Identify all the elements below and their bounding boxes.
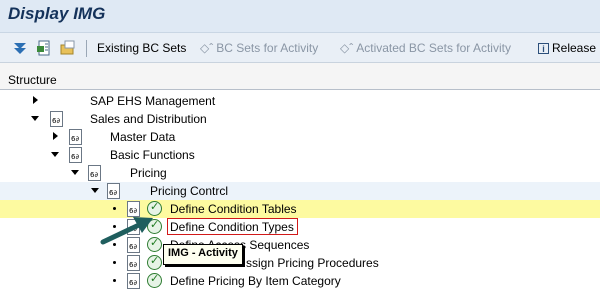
tree-node-label: Define Condition Types	[170, 220, 294, 234]
leaf-bullet	[113, 207, 116, 210]
activated-bc-sets-label: Activated BC Sets for Activity	[356, 41, 511, 55]
tree-node-label: ssign Pricing Procedures	[246, 256, 379, 270]
folder-icon[interactable]	[60, 40, 76, 56]
tree-node-sales-distribution[interactable]: Sales and Distribution	[0, 110, 600, 128]
window-title: Display IMG	[8, 4, 106, 23]
tooltip-text: IMG - Activity	[168, 247, 238, 259]
documentation-icon[interactable]	[127, 273, 140, 289]
filter-icon[interactable]	[12, 40, 28, 56]
documentation-icon[interactable]	[69, 147, 82, 163]
collapse-icon[interactable]	[91, 188, 99, 193]
application-toolbar: Existing BC Sets ◇ˆ BC Sets for Activity …	[0, 33, 600, 63]
bc-sets-for-activity-label: BC Sets for Activity	[216, 41, 319, 55]
tree-node-label: Sales and Distribution	[90, 112, 207, 126]
leaf-bullet	[113, 279, 116, 282]
collapse-icon[interactable]	[51, 152, 59, 157]
tree-node-master-data[interactable]: Master Data	[0, 128, 600, 146]
tree-node-label: Pricing Contrcl	[150, 184, 229, 198]
tree-node-define-condition-tables[interactable]: Define Condition Tables	[0, 200, 600, 218]
tree-node-define-pricing-item-category[interactable]: Define Pricing By Item Category	[0, 272, 600, 290]
collapse-icon[interactable]	[71, 170, 79, 175]
leaf-bullet	[113, 261, 116, 264]
bc-sets-for-activity-button[interactable]: ◇ˆ BC Sets for Activity	[200, 40, 318, 57]
title-bar: Display IMG	[0, 0, 600, 33]
tree-node-pricing-control[interactable]: Pricing Contrcl	[0, 182, 600, 200]
structure-label: Structure	[8, 73, 57, 87]
tree-node-label: Basic Functions	[110, 148, 195, 162]
expand-icon[interactable]	[33, 96, 38, 104]
execute-clock-icon[interactable]	[147, 272, 162, 288]
tree-node-basic-functions[interactable]: Basic Functions	[0, 146, 600, 164]
bc-set-icon: ◇ˆ	[200, 41, 214, 55]
expand-icon[interactable]	[53, 132, 58, 140]
documentation-icon[interactable]	[50, 111, 63, 127]
tree-node-label: Pricing	[130, 166, 167, 180]
activated-bc-sets-button[interactable]: ◇ˆ Activated BC Sets for Activity	[340, 40, 511, 57]
tree-node-define-access-sequences[interactable]: Define Access Sequences	[0, 236, 600, 254]
tooltip: IMG - Activity	[163, 244, 243, 265]
execute-clock-icon[interactable]	[147, 254, 162, 270]
tree-node-label: Define Condition Tables	[170, 202, 297, 216]
tree-node-pricing[interactable]: Pricing	[0, 164, 600, 182]
bc-set-icon: ◇ˆ	[340, 41, 354, 55]
tree-node-label: Define Pricing By Item Category	[170, 274, 341, 288]
documentation-icon[interactable]	[127, 255, 140, 271]
release-notes-button[interactable]: i Release	[538, 40, 596, 57]
existing-bc-sets-button[interactable]: Existing BC Sets	[97, 40, 186, 57]
documentation-icon[interactable]	[69, 129, 82, 145]
info-icon: i	[538, 43, 549, 54]
release-label: Release	[552, 41, 597, 55]
collapse-icon[interactable]	[31, 116, 39, 121]
tree-node-assign-pricing-procedures[interactable]: ssign Pricing Procedures	[0, 254, 600, 272]
documentation-icon[interactable]	[88, 165, 101, 181]
export-icon[interactable]	[36, 40, 52, 56]
tree-node-define-condition-types[interactable]: Define Condition Types	[0, 218, 600, 236]
tree-node-sap-ehs[interactable]: SAP EHS Management	[0, 92, 600, 110]
tree-node-label: Master Data	[110, 130, 176, 144]
structure-header: Structure	[0, 63, 600, 90]
tree-node-label: SAP EHS Management	[90, 94, 216, 108]
toolbar-separator	[86, 40, 87, 57]
pointer-arrow-icon	[100, 217, 153, 245]
documentation-icon[interactable]	[107, 183, 120, 199]
img-tree: SAP EHS Management Sales and Distributio…	[0, 90, 600, 289]
